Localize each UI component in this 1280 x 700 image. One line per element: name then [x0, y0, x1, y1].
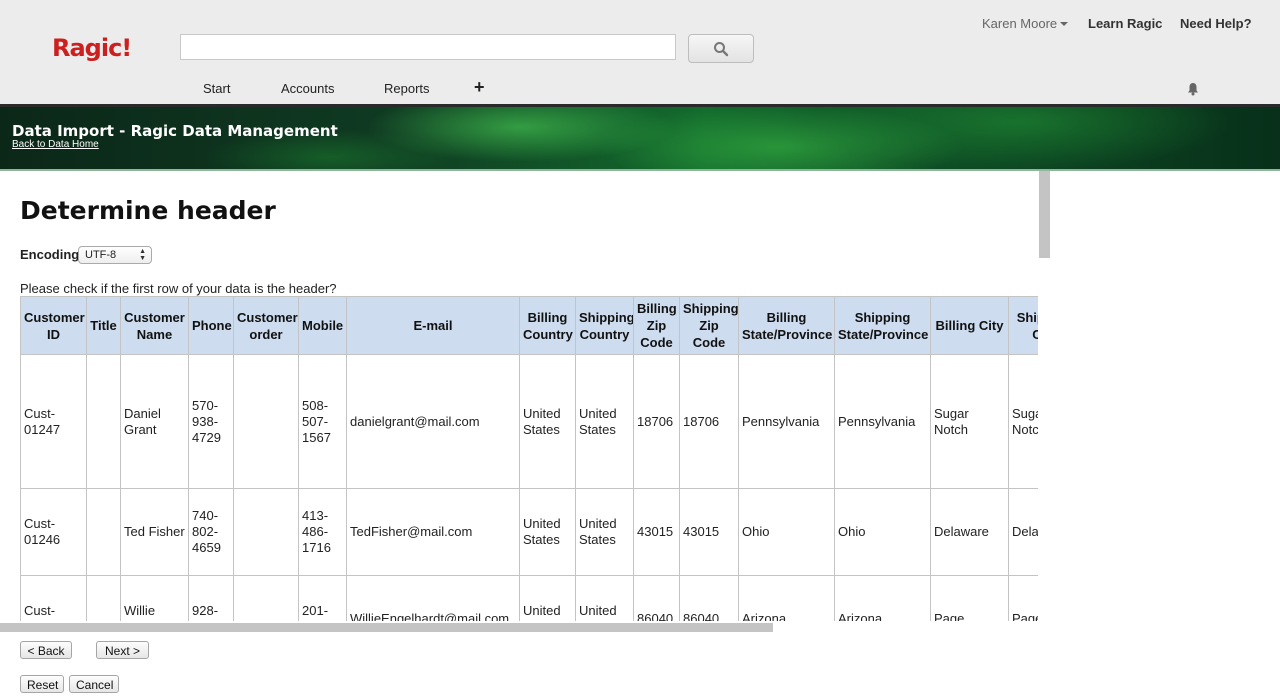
table-cell: Cust-01246 — [20, 488, 87, 576]
nav-start[interactable]: Start — [203, 81, 230, 96]
column-header: Phone — [188, 296, 234, 355]
column-header: Customer ID — [20, 296, 87, 355]
table-row: Cust-01245 Willie Engelhardt 928-640- 20… — [20, 575, 1038, 621]
next-button[interactable]: Next > — [96, 641, 149, 659]
preview-table: Customer ID Title Customer Name Phone Cu… — [20, 296, 1038, 621]
table-cell: United States — [575, 488, 634, 576]
table-cell: Sugar Notch — [1008, 354, 1038, 489]
table-cell: Sugar Notch — [930, 354, 1009, 489]
table-cell: Ted Fisher — [120, 488, 189, 576]
horizontal-scrollbar[interactable] — [0, 623, 773, 632]
table-cell: 201-726- — [298, 575, 347, 621]
table-cell: Daniel Grant — [120, 354, 189, 489]
reset-button[interactable]: Reset — [20, 675, 64, 693]
table-cell: United States — [575, 354, 634, 489]
banner-title: Data Import - Ragic Data Management — [12, 122, 338, 140]
table-cell: TedFisher@mail.com — [346, 488, 520, 576]
table-cell — [86, 488, 121, 576]
table-cell: 43015 — [633, 488, 680, 576]
user-menu[interactable]: Karen Moore — [982, 16, 1069, 31]
table-cell: Ohio — [834, 488, 931, 576]
back-button[interactable]: < Back — [20, 641, 72, 659]
table-cell — [86, 354, 121, 489]
column-header: Shipping Country — [575, 296, 634, 355]
search-icon — [714, 41, 729, 56]
table-cell — [86, 575, 121, 621]
table-cell: 413-486-1716 — [298, 488, 347, 576]
table-cell: danielgrant@mail.com — [346, 354, 520, 489]
column-header: E-mail — [346, 296, 520, 355]
table-cell — [233, 488, 299, 576]
ragic-logo[interactable]: Ragic! — [52, 34, 132, 62]
table-cell: Arizona — [834, 575, 931, 621]
table-cell: Willie Engelhardt — [120, 575, 189, 621]
table-cell: WillieEngelhardt@mail.com — [346, 575, 520, 621]
column-header: Billing Zip Code — [633, 296, 680, 355]
table-cell: Page — [1008, 575, 1038, 621]
header-instruction: Please check if the first row of your da… — [20, 281, 337, 296]
table-header-row: Customer ID Title Customer Name Phone Cu… — [20, 296, 1038, 355]
table-cell: Delaware — [930, 488, 1009, 576]
table-cell: 928-640- — [188, 575, 234, 621]
page-banner: Data Import - Ragic Data Management Back… — [0, 107, 1280, 169]
cancel-button[interactable]: Cancel — [69, 675, 119, 693]
table-cell — [233, 354, 299, 489]
table-cell: Pennsylvania — [834, 354, 931, 489]
column-header: Customer Name — [120, 296, 189, 355]
table-row: Cust-01247 Daniel Grant 570-938-4729 508… — [20, 354, 1038, 489]
table-row: Cust-01246 Ted Fisher 740-802-4659 413-4… — [20, 488, 1038, 576]
table-cell — [233, 575, 299, 621]
column-header: Mobile — [298, 296, 347, 355]
vertical-scrollbar[interactable] — [1039, 171, 1050, 258]
table-cell: Arizona — [738, 575, 835, 621]
table-cell: 86040 — [633, 575, 680, 621]
search-button[interactable] — [688, 34, 754, 63]
table-cell: Pennsylvania — [738, 354, 835, 489]
encoding-value: UTF-8 — [85, 249, 117, 261]
table-cell: Cust-01245 — [20, 575, 87, 621]
table-cell: 86040 — [679, 575, 739, 621]
banner-divider — [0, 169, 1280, 171]
table-cell: Cust-01247 — [20, 354, 87, 489]
table-cell: 508-507-1567 — [298, 354, 347, 489]
table-cell: United States — [519, 488, 576, 576]
chevron-down-icon — [1060, 22, 1069, 26]
column-header: Billing Country — [519, 296, 576, 355]
add-tab-button[interactable]: + — [474, 77, 485, 98]
encoding-select[interactable]: UTF-8 ▲ ▼ — [78, 246, 152, 264]
column-header: Shipping Zip Code — [679, 296, 739, 355]
table-cell: United States — [519, 575, 576, 621]
preview-table-container[interactable]: Customer ID Title Customer Name Phone Cu… — [20, 296, 1038, 621]
column-header: Billing City — [930, 296, 1009, 355]
nav-accounts[interactable]: Accounts — [281, 81, 334, 96]
table-cell: 18706 — [633, 354, 680, 489]
user-name: Karen Moore — [982, 16, 1058, 31]
search-input[interactable] — [180, 34, 676, 60]
table-cell: 43015 — [679, 488, 739, 576]
table-cell: Page — [930, 575, 1009, 621]
column-header: Shipping State/Province — [834, 296, 931, 355]
table-cell: 740-802-4659 — [188, 488, 234, 576]
nav-reports[interactable]: Reports — [384, 81, 430, 96]
column-header: Customer order — [233, 296, 299, 355]
table-cell: Delaware — [1008, 488, 1038, 576]
table-cell: Ohio — [738, 488, 835, 576]
bell-icon[interactable] — [1187, 82, 1199, 96]
top-bar: Ragic! Karen Moore Learn Ragic Need Help… — [0, 0, 1280, 104]
page-title: Determine header — [20, 196, 276, 225]
table-cell: United States — [575, 575, 634, 621]
need-help-link[interactable]: Need Help? — [1180, 16, 1252, 31]
table-cell: United States — [519, 354, 576, 489]
encoding-label: Encoding: — [20, 247, 84, 262]
column-header: Billing State/Province — [738, 296, 835, 355]
column-header: Title — [86, 296, 121, 355]
table-cell: 18706 — [679, 354, 739, 489]
back-to-data-home-link[interactable]: Back to Data Home — [12, 139, 99, 150]
table-cell: 570-938-4729 — [188, 354, 234, 489]
select-arrows-icon: ▲ ▼ — [139, 248, 146, 262]
learn-ragic-link[interactable]: Learn Ragic — [1088, 16, 1162, 31]
column-header: Shipping City — [1008, 296, 1038, 355]
